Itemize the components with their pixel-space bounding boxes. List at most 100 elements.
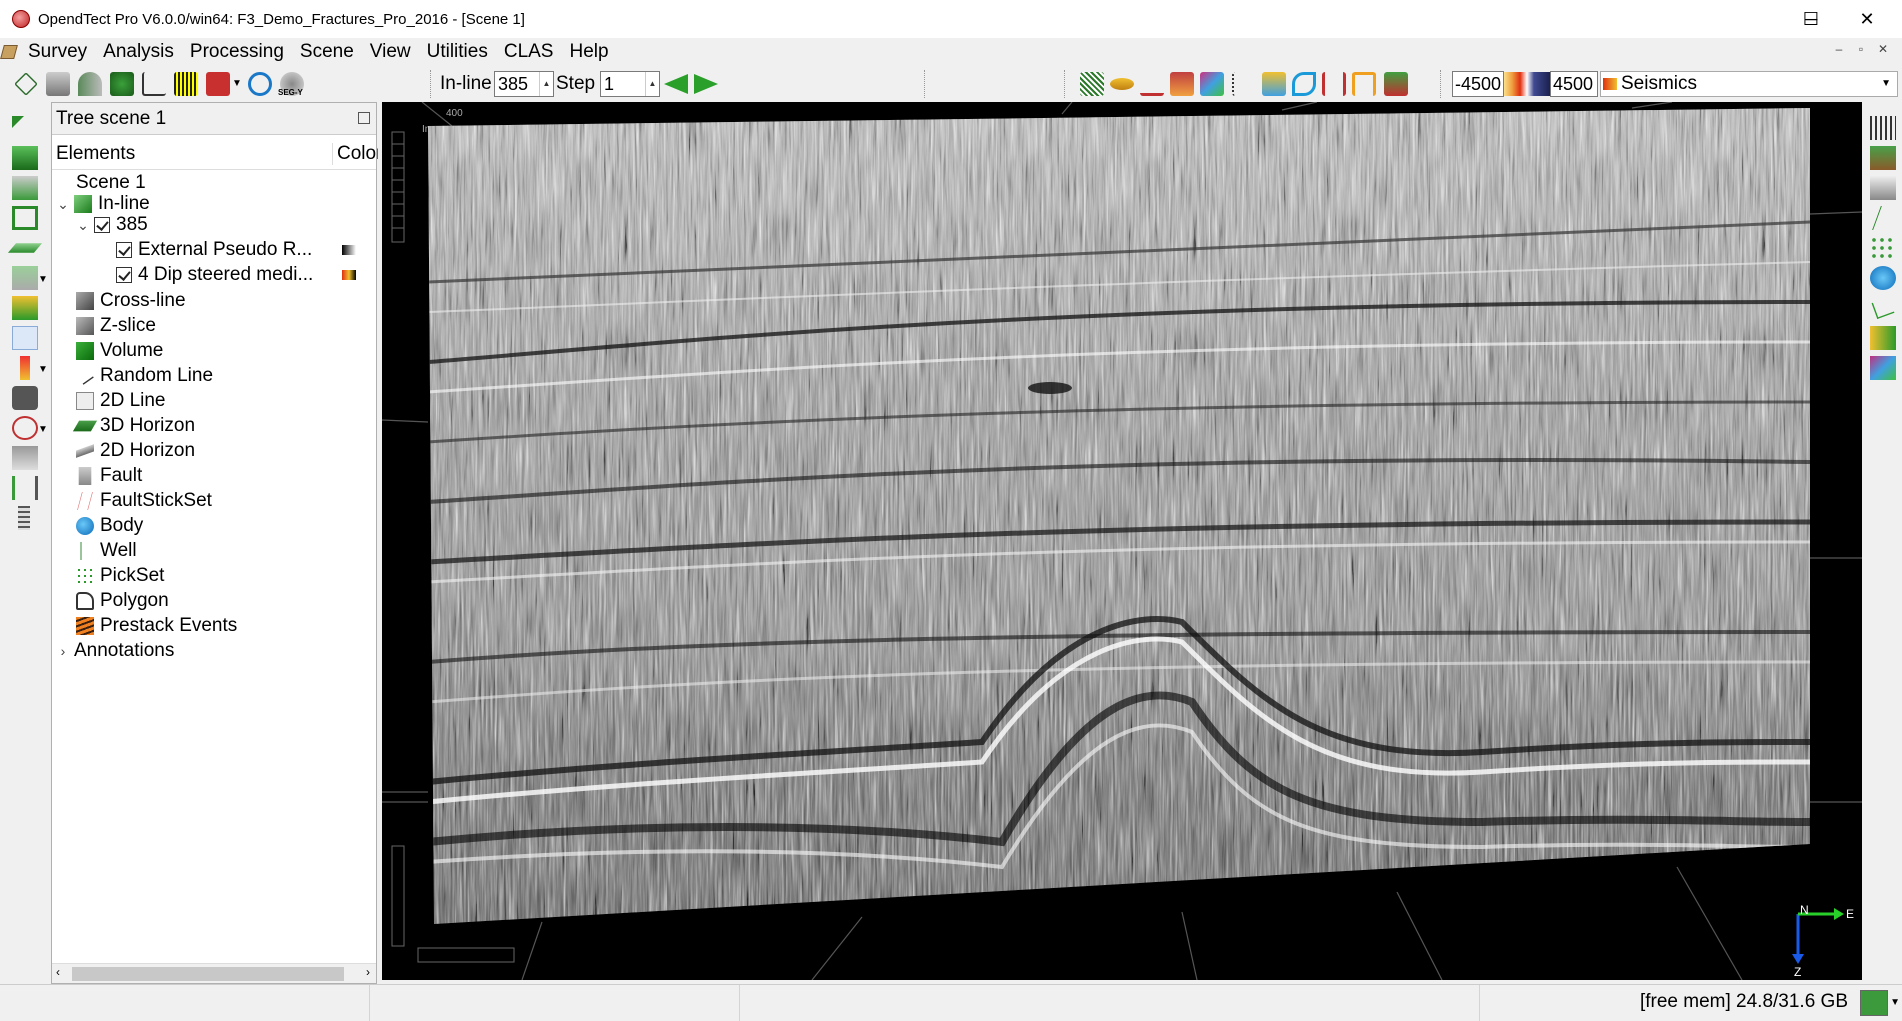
pdf-dropdown-icon[interactable]: ▼ — [232, 78, 242, 89]
attributes-icon[interactable] — [174, 72, 198, 96]
colorbar[interactable] — [1504, 72, 1550, 96]
checkbox-attribute-1[interactable] — [116, 242, 132, 258]
tree-horizontal-scrollbar[interactable]: ‹ › — [52, 963, 376, 983]
mdi-close-button[interactable]: ✕ — [1874, 40, 1892, 58]
tree-item-fault[interactable]: Fault — [76, 464, 142, 488]
seismic-inline-panel[interactable] — [422, 102, 1822, 932]
zoom-icon[interactable] — [12, 206, 38, 230]
colorbar-min-field[interactable]: -4500 — [1452, 71, 1504, 97]
log-tool-icon[interactable] — [1870, 326, 1896, 350]
well-track-icon[interactable] — [1872, 206, 1894, 230]
colorbar-max-field[interactable]: 4500 — [1550, 71, 1598, 97]
ruler-icon[interactable] — [18, 506, 30, 530]
wiggle-icon[interactable] — [1870, 116, 1896, 140]
pointer-icon[interactable] — [12, 116, 24, 128]
body-tool-icon[interactable] — [1870, 266, 1896, 290]
horizon-track-icon[interactable] — [1870, 146, 1896, 170]
view-all-icon[interactable] — [12, 176, 38, 200]
home-icon[interactable] — [12, 146, 38, 170]
mdi-restore-button[interactable]: ▫ — [1852, 40, 1870, 58]
step-spinbox[interactable]: 1 ▲▼ — [600, 71, 660, 112]
mdi-minimize-button[interactable]: – — [1830, 40, 1848, 58]
collapse-icon[interactable]: ⌄ — [76, 217, 90, 234]
checkbox-attribute-2[interactable] — [116, 267, 132, 283]
float-panel-icon[interactable] — [358, 112, 370, 124]
menu-utilities[interactable]: Utilities — [419, 41, 496, 63]
well-view-icon[interactable] — [1140, 72, 1164, 96]
colorscale-icon[interactable] — [1262, 72, 1286, 96]
manage-icon[interactable] — [110, 72, 134, 96]
column-color[interactable]: Color — [332, 143, 378, 165]
collapse-icon[interactable]: ⌄ — [56, 196, 70, 213]
tree-item-attribute-1[interactable]: External Pseudo R... — [116, 238, 312, 262]
tree-item-2d-horizon[interactable]: 2D Horizon — [76, 439, 195, 463]
next-inline-arrow-icon[interactable] — [694, 74, 718, 94]
step-spin-arrows-icon[interactable]: ▲▼ — [645, 72, 659, 112]
tree-item-random-line[interactable]: Random Line — [76, 364, 213, 388]
eye-dropdown-icon[interactable]: ▼ — [38, 424, 48, 435]
pickset-tool-icon[interactable] — [1870, 236, 1896, 260]
seismic-view-icon[interactable] — [1080, 72, 1104, 96]
axis-icon[interactable] — [12, 326, 38, 350]
tree-item-zslice[interactable]: Z-slice — [76, 314, 156, 338]
tree-item-crossline[interactable]: Cross-line — [76, 289, 186, 313]
body-icon[interactable] — [1384, 72, 1408, 96]
volume-icon[interactable] — [1200, 72, 1224, 96]
camera-icon[interactable] — [12, 386, 38, 410]
tree-item-pickset[interactable]: PickSet — [76, 564, 164, 588]
attribute-select[interactable]: Seismics ▼ — [1600, 71, 1898, 97]
crossplot-icon[interactable] — [142, 72, 166, 96]
tree-item-volume[interactable]: Volume — [76, 339, 163, 363]
column-elements[interactable]: Elements — [56, 143, 135, 165]
colortable-dropdown-icon[interactable]: ▼ — [38, 364, 48, 375]
scrollbar-thumb[interactable] — [72, 967, 344, 981]
pick-icon[interactable] — [1232, 72, 1256, 96]
tree-item-polygon[interactable]: Polygon — [76, 589, 169, 613]
scene-3d-view[interactable]: 400 In N E Z — [382, 102, 1862, 980]
tree-item-inline-385[interactable]: ⌄ 385 — [76, 213, 148, 237]
inline-spin-arrows-icon[interactable]: ▲▼ — [539, 72, 553, 112]
tree-item-well[interactable]: Well — [76, 539, 137, 563]
expand-icon[interactable]: › — [56, 643, 70, 659]
checkbox-385[interactable] — [94, 217, 110, 233]
survey-select-icon[interactable] — [14, 72, 38, 96]
menu-processing[interactable]: Processing — [182, 41, 292, 63]
tree-item-prestack-events[interactable]: Prestack Events — [76, 614, 237, 638]
volume-tool-icon[interactable] — [1870, 356, 1896, 380]
menu-scene[interactable]: Scene — [292, 41, 362, 63]
menu-help[interactable]: Help — [561, 41, 616, 63]
settings-icon[interactable] — [12, 446, 38, 470]
inline-view-icon[interactable] — [7, 243, 43, 253]
scroll-right-icon[interactable]: › — [366, 965, 370, 979]
menu-analysis[interactable]: Analysis — [95, 41, 182, 63]
view-dropdown-icon[interactable]: ▼ — [38, 274, 48, 285]
pdf-icon[interactable] — [206, 72, 230, 96]
tree-item-attribute-2[interactable]: 4 Dip steered medi... — [116, 263, 313, 287]
maximize-button[interactable]: ☐ — [1784, 0, 1838, 38]
scroll-left-icon[interactable]: ‹ — [56, 965, 60, 979]
performance-monitor-icon[interactable] — [1860, 990, 1888, 1016]
export-icon[interactable] — [78, 72, 102, 96]
split-icon[interactable] — [12, 476, 38, 500]
arch-icon[interactable] — [1352, 72, 1376, 96]
crossline-view-icon[interactable] — [12, 266, 38, 290]
tree-item-body[interactable]: Body — [76, 514, 143, 538]
horizon-view-icon[interactable] — [1110, 78, 1134, 90]
import-icon[interactable] — [46, 72, 70, 96]
layer-icon[interactable] — [1170, 72, 1194, 96]
pan-icon[interactable] — [12, 296, 38, 320]
tree-item-3d-horizon[interactable]: 3D Horizon — [72, 414, 195, 438]
close-button[interactable]: ✕ — [1840, 0, 1894, 38]
crossplot-tool-icon[interactable] — [1871, 296, 1895, 320]
tree-item-annotations[interactable]: › Annotations — [56, 639, 175, 663]
menu-survey[interactable]: Survey — [20, 41, 95, 63]
tree-item-faultstickset[interactable]: FaultStickSet — [76, 489, 212, 513]
inline-spinbox[interactable]: 385 ▲▼ — [494, 71, 554, 112]
eye-icon[interactable] — [12, 416, 38, 440]
fracture-icon[interactable] — [1322, 72, 1346, 96]
python-icon[interactable] — [248, 72, 272, 96]
menu-clas[interactable]: CLAS — [496, 41, 562, 63]
fault-icon[interactable] — [1292, 72, 1316, 96]
menu-view[interactable]: View — [362, 41, 419, 63]
status-dropdown-icon[interactable]: ▼ — [1890, 997, 1900, 1008]
